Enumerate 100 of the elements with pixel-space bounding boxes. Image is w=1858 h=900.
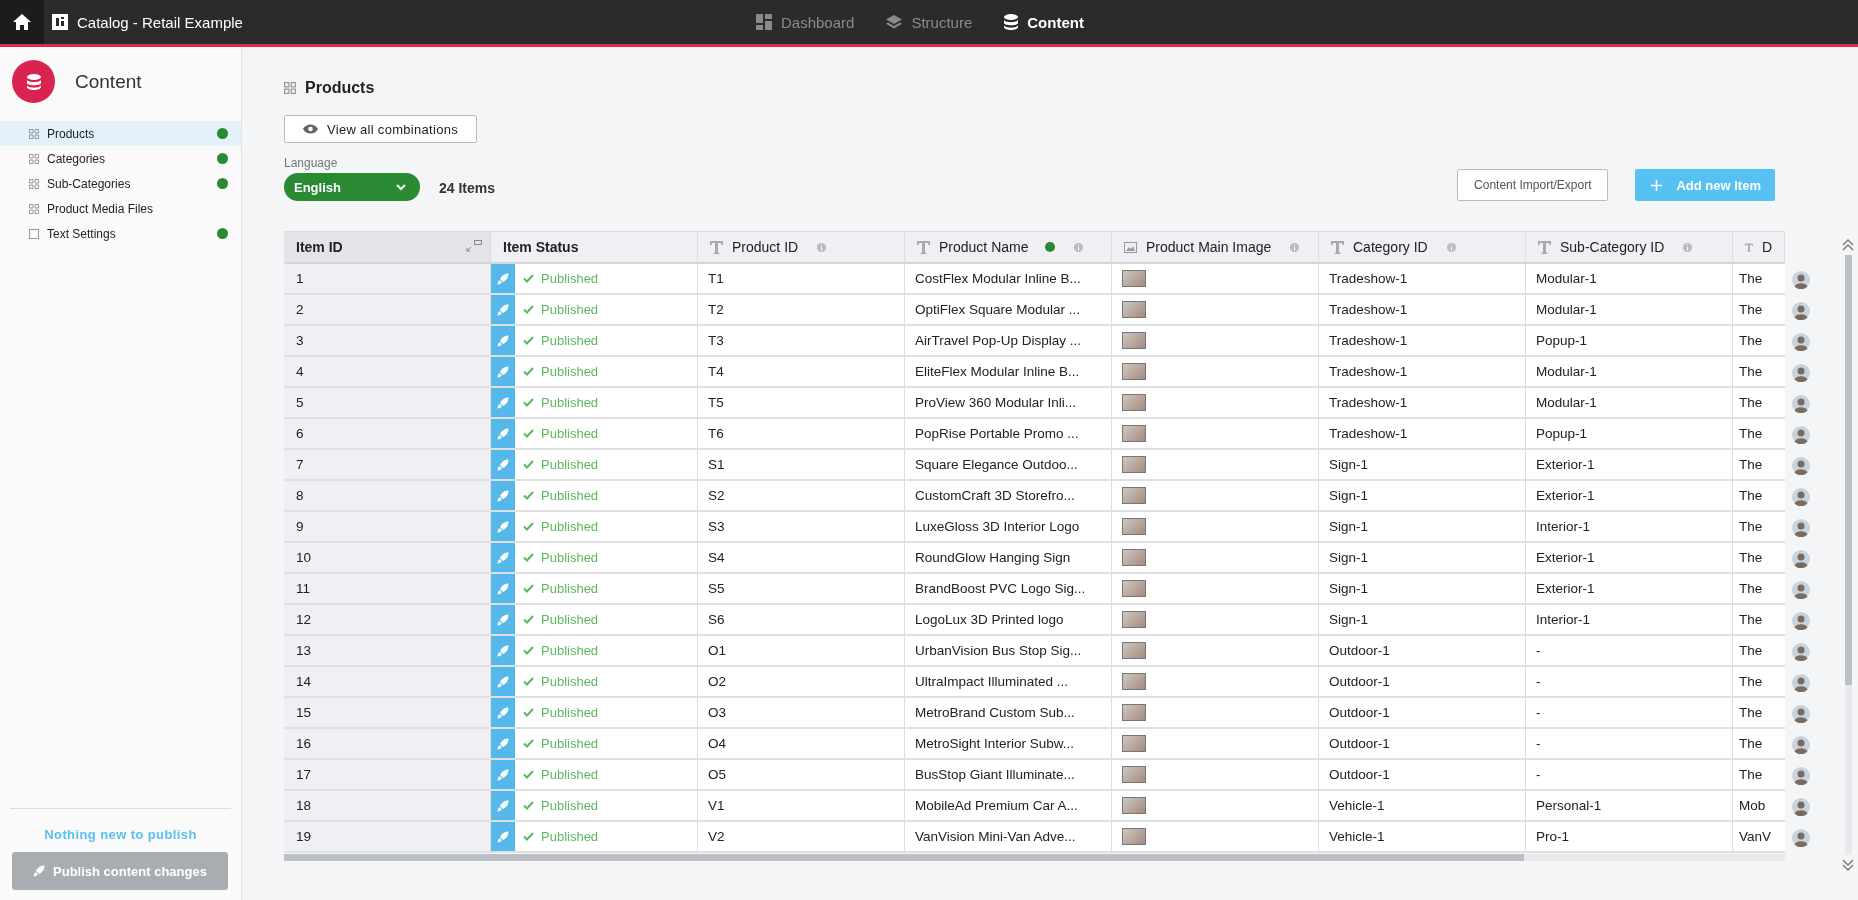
scroll-up-icon[interactable] (1842, 239, 1854, 251)
sidebar-item[interactable]: Categories (0, 146, 241, 171)
table-cell: Interior-1 (1526, 512, 1733, 543)
nav-tab[interactable]: Content (1004, 13, 1084, 31)
table-cell: The (1733, 388, 1785, 419)
table-cell: 11 (284, 574, 491, 605)
column-header[interactable]: Product Main Image (1112, 232, 1319, 264)
rocket-icon (497, 551, 509, 564)
check-icon (523, 491, 534, 500)
table-cell: The (1733, 667, 1785, 698)
column-header[interactable]: Product ID (698, 232, 905, 264)
table-cell: - (1526, 729, 1733, 760)
table-cell: Tradeshow-1 (1319, 419, 1526, 450)
avatar-icon[interactable] (1792, 704, 1810, 723)
table-cell: 2 (284, 295, 491, 326)
publish-button[interactable] (491, 822, 515, 851)
publish-button[interactable] (491, 512, 515, 541)
table-cell: Sign-1 (1319, 605, 1526, 636)
sidebar-item[interactable]: Text Settings (0, 221, 241, 246)
column-header[interactable]: Sub-Category ID (1526, 232, 1733, 264)
publish-button[interactable] (491, 574, 515, 603)
status-text: Published (541, 519, 599, 534)
column-header[interactable]: Item ID (284, 232, 491, 264)
avatar-icon[interactable] (1792, 518, 1810, 537)
avatar-icon[interactable] (1792, 580, 1810, 599)
table-cell: CustomCraft 3D Storefro... (905, 481, 1112, 512)
table-cell: T5 (698, 388, 905, 419)
home-button[interactable] (0, 0, 44, 44)
expand-icon[interactable] (466, 240, 482, 252)
column-header[interactable]: Product Name (905, 232, 1112, 264)
table-cell: Exterior-1 (1526, 543, 1733, 574)
table-cell: LogoLux 3D Printed logo (905, 605, 1112, 636)
table-cell: The (1733, 357, 1785, 388)
avatar-icon[interactable] (1792, 549, 1810, 568)
sidebar-item[interactable]: Sub-Categories (0, 171, 241, 196)
avatar-icon[interactable] (1792, 394, 1810, 413)
publish-button[interactable] (491, 481, 515, 510)
text-type-icon (710, 240, 723, 254)
status-text: Published (541, 798, 599, 813)
publish-button[interactable] (491, 388, 515, 417)
import-export-button[interactable]: Content Import/Export (1457, 169, 1609, 201)
avatar-icon[interactable] (1792, 673, 1810, 692)
avatar-icon[interactable] (1792, 766, 1810, 785)
table-cell: 5 (284, 388, 491, 419)
table-cell: - (1526, 760, 1733, 791)
avatar-icon[interactable] (1792, 642, 1810, 661)
publish-button[interactable] (491, 729, 515, 758)
check-icon (523, 522, 534, 531)
column-header[interactable]: Item Status (491, 232, 698, 264)
publish-button[interactable] (491, 760, 515, 789)
eye-icon (303, 124, 318, 134)
avatar-icon[interactable] (1792, 611, 1810, 630)
language-dropdown[interactable]: English (284, 173, 420, 201)
check-icon (523, 305, 534, 314)
nav-tab[interactable]: Dashboard (756, 13, 855, 31)
table-cell: Modular-1 (1526, 295, 1733, 326)
sidebar-item[interactable]: Products (0, 121, 241, 146)
column-header[interactable]: D (1733, 232, 1785, 264)
table-cell: Exterior-1 (1526, 574, 1733, 605)
publish-button[interactable] (491, 264, 515, 293)
publish-button[interactable] (491, 450, 515, 479)
nav-tab[interactable]: Structure (886, 13, 973, 31)
scroll-down-icon[interactable] (1842, 859, 1854, 871)
rocket-icon (497, 613, 509, 626)
publish-button[interactable] (491, 419, 515, 448)
rocket-icon (497, 303, 509, 316)
table-cell: 14 (284, 667, 491, 698)
avatar-icon[interactable] (1792, 270, 1810, 289)
column-header[interactable]: Category ID (1319, 232, 1526, 264)
home-icon (13, 14, 31, 30)
view-combinations-button[interactable]: View all combinations (284, 115, 478, 143)
publish-button[interactable] (491, 698, 515, 727)
avatar-icon[interactable] (1792, 363, 1810, 382)
table-cell: O3 (698, 698, 905, 729)
publish-button[interactable] (491, 357, 515, 386)
publish-button[interactable] (491, 295, 515, 324)
scrollbar-thumb[interactable] (1844, 255, 1852, 685)
avatar-icon[interactable] (1792, 735, 1810, 754)
publish-button[interactable] (491, 636, 515, 665)
avatar-icon[interactable] (1792, 425, 1810, 444)
publish-button[interactable] (491, 543, 515, 572)
table-cell: T3 (698, 326, 905, 357)
publish-button[interactable] (491, 667, 515, 696)
publish-button[interactable] (491, 791, 515, 820)
avatar-icon[interactable] (1792, 456, 1810, 475)
publish-button[interactable] (491, 326, 515, 355)
table-cell: Tradeshow-1 (1319, 388, 1526, 419)
avatar-icon[interactable] (1792, 332, 1810, 351)
table-cell: The (1733, 419, 1785, 450)
avatar-icon[interactable] (1792, 828, 1810, 847)
table-cell: 3 (284, 326, 491, 357)
sidebar-item[interactable]: Product Media Files (0, 196, 241, 221)
scrollbar-thumb[interactable] (284, 854, 1524, 861)
avatar-icon[interactable] (1792, 797, 1810, 816)
rocket-icon (497, 334, 509, 347)
photo-placeholder (1122, 518, 1146, 535)
avatar-icon[interactable] (1792, 487, 1810, 506)
publish-button[interactable] (491, 605, 515, 634)
avatar-icon[interactable] (1792, 301, 1810, 320)
table-cell: PopRise Portable Promo ... (905, 419, 1112, 450)
